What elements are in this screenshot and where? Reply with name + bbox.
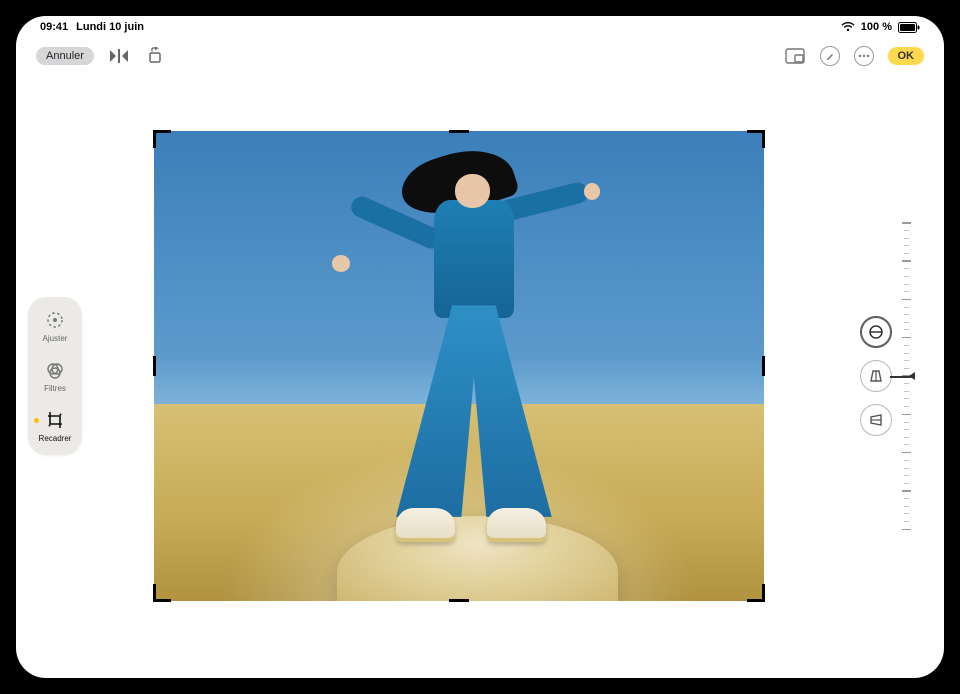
mode-filters[interactable]: Filtres — [30, 359, 80, 393]
cancel-button[interactable]: Annuler — [36, 47, 94, 65]
flip-horizontal-icon[interactable] — [108, 45, 130, 67]
mode-panel: Ajuster Filtres Recadrer — [28, 297, 82, 455]
dial-tick — [904, 460, 909, 461]
dial-tick — [904, 506, 909, 507]
dial-tick — [904, 307, 909, 308]
markup-icon[interactable] — [820, 46, 840, 66]
right-rail — [824, 74, 944, 678]
status-time: 09:41 — [40, 21, 68, 33]
crop-handle-tl[interactable] — [153, 130, 156, 148]
dial-tick — [904, 429, 909, 430]
dial-tick — [902, 260, 911, 262]
dial-tick — [904, 513, 909, 514]
photo-person — [337, 140, 605, 563]
crop-handle-right[interactable] — [762, 356, 765, 376]
toolbar-left: Annuler — [36, 45, 166, 67]
dial-tick — [904, 483, 909, 484]
mode-crop-label: Recadrer — [39, 434, 72, 443]
dial-tick — [902, 299, 911, 301]
dial-tick — [904, 345, 909, 346]
dial-tick — [904, 498, 909, 499]
dial-tick — [904, 398, 909, 399]
dial-tick — [904, 322, 909, 323]
mode-adjust-label: Ajuster — [43, 334, 68, 343]
dial-tick — [902, 414, 911, 416]
perspective-vertical-button[interactable] — [860, 360, 892, 392]
dial-tick — [904, 268, 909, 269]
dial-tick — [904, 253, 909, 254]
done-button[interactable]: OK — [888, 47, 925, 65]
dial-tick — [902, 452, 911, 454]
dial-tick — [904, 353, 909, 354]
mode-crop[interactable]: Recadrer — [30, 409, 80, 443]
straighten-button[interactable] — [860, 316, 892, 348]
dial-marker — [909, 372, 915, 380]
dial-tick — [902, 529, 911, 531]
mode-filters-label: Filtres — [44, 384, 66, 393]
editor-area: Ajuster Filtres Recadrer — [16, 74, 944, 678]
dial-tick — [904, 291, 909, 292]
wifi-icon — [841, 22, 855, 32]
dial-tick — [904, 406, 909, 407]
dial-tick — [904, 468, 909, 469]
crop-handle-top[interactable] — [449, 130, 469, 133]
battery-icon — [898, 22, 920, 33]
dial-tick — [904, 475, 909, 476]
dial-tick — [904, 383, 909, 384]
crop-handle-br[interactable] — [762, 584, 765, 602]
left-rail: Ajuster Filtres Recadrer — [16, 74, 94, 678]
crop-handle-bottom[interactable] — [449, 599, 469, 602]
more-options-icon[interactable] — [854, 46, 874, 66]
dial-tick — [902, 337, 911, 339]
dial-tick — [904, 238, 909, 239]
rotate-icon[interactable] — [144, 45, 166, 67]
perspective-horizontal-button[interactable] — [860, 404, 892, 436]
aspect-ratio-icon[interactable] — [784, 45, 806, 67]
dial-tick — [902, 490, 911, 492]
dial-tick — [904, 368, 909, 369]
device-frame: 09:41 Lundi 10 juin 100 % Annuler — [0, 0, 960, 694]
dial-tick — [904, 245, 909, 246]
status-left: 09:41 Lundi 10 juin — [40, 21, 144, 33]
top-toolbar: Annuler OK — [16, 38, 944, 74]
dial-tick — [904, 444, 909, 445]
active-indicator — [34, 418, 39, 423]
dial-tick — [904, 329, 909, 330]
dial-tick — [902, 222, 911, 224]
dial-tick — [904, 276, 909, 277]
dial-tick — [904, 521, 909, 522]
crop-icon — [44, 409, 66, 431]
status-bar: 09:41 Lundi 10 juin 100 % — [16, 16, 944, 38]
photo-preview — [154, 131, 764, 601]
dial-tick — [904, 314, 909, 315]
status-date: Lundi 10 juin — [76, 21, 144, 33]
status-right: 100 % — [841, 21, 920, 33]
crop-handle-left[interactable] — [153, 356, 156, 376]
crop-handle-bl[interactable] — [153, 584, 156, 602]
dial-tick — [904, 437, 909, 438]
rotate-controls — [860, 316, 892, 436]
dial-tick — [904, 230, 909, 231]
mode-adjust[interactable]: Ajuster — [30, 309, 80, 343]
dial-tick — [904, 360, 909, 361]
canvas-wrap — [94, 74, 824, 678]
angle-dial[interactable] — [904, 216, 908, 536]
crop-canvas[interactable] — [154, 131, 764, 601]
dial-tick — [904, 284, 909, 285]
filters-icon — [44, 359, 66, 381]
status-battery-text: 100 % — [861, 21, 892, 33]
toolbar-right: OK — [784, 45, 925, 67]
dial-tick — [904, 422, 909, 423]
screen: 09:41 Lundi 10 juin 100 % Annuler — [16, 16, 944, 678]
dial-tick — [904, 391, 909, 392]
adjust-icon — [44, 309, 66, 331]
crop-handle-tr[interactable] — [762, 130, 765, 148]
